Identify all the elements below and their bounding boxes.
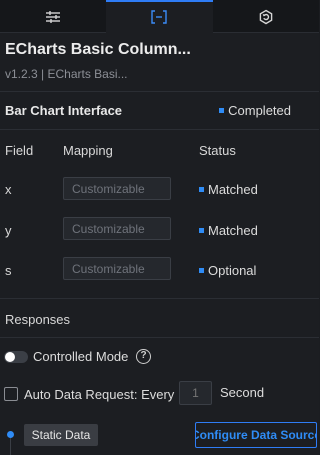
column-header-status: Status bbox=[199, 143, 236, 158]
status-dot bbox=[199, 228, 204, 233]
interval-seconds-input[interactable] bbox=[179, 381, 212, 405]
tab-data[interactable] bbox=[106, 0, 213, 33]
tab-properties[interactable] bbox=[0, 0, 106, 33]
field-status-label: Optional bbox=[208, 263, 257, 278]
status-dot bbox=[199, 187, 204, 192]
divider bbox=[0, 337, 319, 338]
field-name-x: x bbox=[5, 182, 12, 197]
controlled-mode-toggle[interactable] bbox=[4, 351, 28, 363]
mapping-input-x[interactable] bbox=[63, 177, 171, 200]
column-header-field: Field bbox=[5, 143, 34, 158]
field-name-s: s bbox=[5, 263, 12, 278]
divider bbox=[0, 91, 319, 92]
interface-title: Bar Chart Interface bbox=[5, 103, 123, 118]
refresh-hexagon-icon bbox=[259, 9, 273, 24]
configure-data-source-label: Configure Data Source bbox=[195, 428, 317, 442]
interface-status: Completed bbox=[219, 103, 291, 118]
component-title: ECharts Basic Column... bbox=[5, 41, 191, 58]
data-source-type-chip[interactable]: Static Data bbox=[24, 424, 98, 446]
timeline-dot bbox=[7, 431, 14, 438]
column-header-mapping: Mapping bbox=[63, 143, 113, 158]
help-icon[interactable]: ? bbox=[136, 349, 151, 364]
bracket-data-icon bbox=[151, 9, 168, 24]
toggle-knob bbox=[5, 352, 15, 362]
timeline-line bbox=[10, 438, 11, 455]
auto-request-label: Auto Data Request: Every bbox=[24, 387, 175, 402]
controlled-mode-label: Controlled Mode bbox=[33, 349, 129, 364]
field-status-x: Matched bbox=[199, 182, 258, 197]
auto-request-checkbox[interactable] bbox=[4, 387, 18, 401]
interval-unit-label: Second bbox=[220, 385, 265, 400]
divider bbox=[0, 298, 319, 299]
divider bbox=[0, 129, 319, 130]
field-status-label: Matched bbox=[208, 223, 258, 238]
responses-section-title: Responses bbox=[5, 312, 71, 327]
sliders-icon bbox=[46, 10, 61, 23]
tab-bar bbox=[0, 0, 319, 33]
tab-interaction[interactable] bbox=[213, 0, 319, 33]
configure-data-source-button[interactable]: Configure Data Source bbox=[195, 422, 317, 448]
mapping-input-s[interactable] bbox=[63, 257, 171, 280]
field-status-s: Optional bbox=[199, 263, 256, 278]
field-name-y: y bbox=[5, 223, 12, 238]
config-panel: ECharts Basic Column... v1.2.3 | ECharts… bbox=[0, 0, 319, 455]
status-dot bbox=[219, 108, 225, 113]
field-status-label: Matched bbox=[208, 182, 258, 197]
component-subtitle: v1.2.3 | ECharts Basi... bbox=[5, 67, 128, 81]
interface-status-label: Completed bbox=[228, 103, 291, 118]
mapping-input-y[interactable] bbox=[63, 217, 171, 240]
field-status-y: Matched bbox=[199, 223, 258, 238]
status-dot bbox=[199, 268, 204, 273]
